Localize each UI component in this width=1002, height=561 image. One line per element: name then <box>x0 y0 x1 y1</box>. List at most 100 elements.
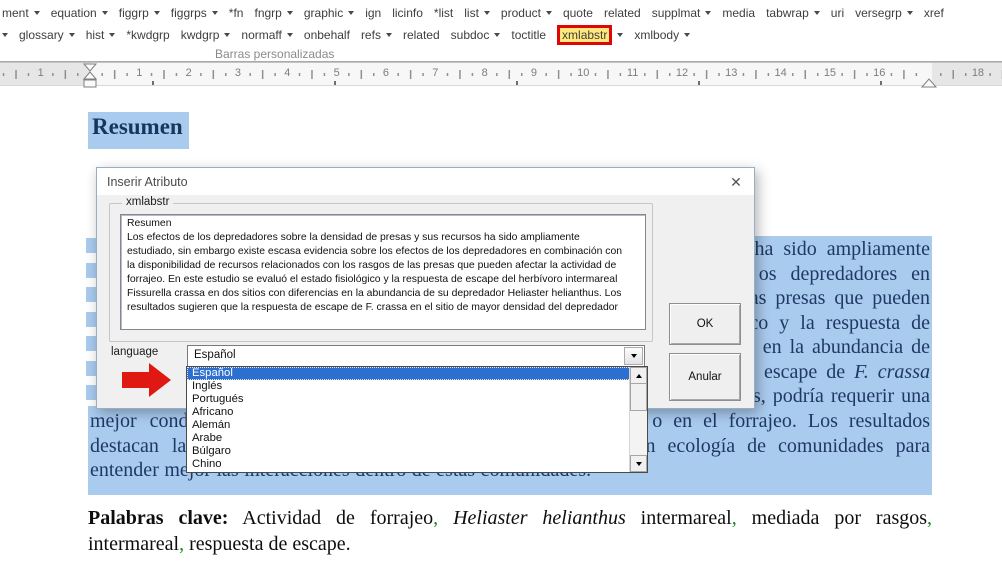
dropdown-arrow-icon <box>814 11 820 15</box>
highlighted-paragraph-right[interactable]: ha sido ampliamenteos depredadores enas … <box>752 236 932 406</box>
toolbar-item-hist[interactable]: hist <box>86 28 116 42</box>
toolbar-item-uri[interactable]: uri <box>831 6 844 20</box>
toolbar-item-fngrp[interactable]: fngrp <box>254 6 292 20</box>
toolbar-item-quote[interactable]: quote <box>563 6 593 20</box>
toolbar-item-glossary[interactable]: glossary <box>19 28 75 42</box>
language-label: language <box>111 346 158 358</box>
ruler-number: 6 <box>383 67 389 79</box>
toolbar-item-xmlabstr[interactable]: xmlabstr <box>557 28 623 42</box>
toolbar-item-label: list <box>464 6 479 20</box>
toolbar-item-supplmat[interactable]: supplmat <box>652 6 712 20</box>
toolbar-item-related[interactable]: related <box>604 6 641 20</box>
dropdown-arrow-icon <box>34 11 40 15</box>
language-option[interactable]: Inglés <box>187 380 647 393</box>
document-text-fragment: co y la respuesta de <box>749 312 930 335</box>
ruler-number: 1 <box>136 67 142 79</box>
scrollbar-up-button[interactable] <box>630 367 647 384</box>
text-segment: intermareal <box>626 507 732 529</box>
toolbar-item-xref[interactable]: xref <box>924 6 944 20</box>
toolbar-item-onbehalf[interactable]: onbehalf <box>304 28 350 42</box>
language-option[interactable]: Español <box>187 367 647 380</box>
left-indent-marker[interactable] <box>83 63 98 95</box>
language-option[interactable]: Africano <box>187 406 647 419</box>
language-option[interactable]: Búlgaro <box>187 445 647 458</box>
toolbar-item-dropdown[interactable] <box>2 33 8 37</box>
text-segment: ha sido ampliamente <box>754 238 930 260</box>
toolbar-item-kwdgrp[interactable]: *kwdgrp <box>126 28 169 42</box>
toolbar-item-ign[interactable]: ign <box>365 6 381 20</box>
dropdown-arrow-icon <box>386 33 392 37</box>
list-scrollbar[interactable] <box>629 367 647 472</box>
toolbar-item-label: ment <box>2 6 29 20</box>
toolbar-item-fn[interactable]: *fn <box>229 6 244 20</box>
toolbar-item-subdoc[interactable]: subdoc <box>451 28 501 42</box>
toolbar-item-figgrps[interactable]: figgrps <box>171 6 218 20</box>
dropdown-arrow-icon <box>109 33 115 37</box>
groupbox-label: xmlabstr <box>122 196 173 208</box>
toolbar-item-normaff[interactable]: normaff <box>241 28 292 42</box>
scrollbar-down-button[interactable] <box>630 455 647 472</box>
language-dropdown-list: EspañolInglésPortuguésAfricanoAlemánArab… <box>186 366 648 473</box>
toolbar-item-label: toctitle <box>511 28 546 42</box>
scrollbar-thumb[interactable] <box>630 383 647 411</box>
language-option[interactable]: Alemán <box>187 419 647 432</box>
toolbar-item-list[interactable]: *list <box>434 6 453 20</box>
toolbar-item-figgrp[interactable]: figgrp <box>119 6 160 20</box>
language-option[interactable]: Portugués <box>187 393 647 406</box>
dropdown-arrow-icon <box>684 33 690 37</box>
abstract-line: Los efectos de los depredadores sobre la… <box>127 231 639 245</box>
toolbar-item-label: tabwrap <box>766 6 809 20</box>
ruler-number: 3 <box>235 67 241 79</box>
cancel-button[interactable]: Anular <box>669 353 741 401</box>
ruler-number: 8 <box>482 67 488 79</box>
scroll-down-icon <box>636 462 642 466</box>
toolbar-item-ment[interactable]: ment <box>2 6 40 20</box>
toolbar-group-label: Barras personalizadas <box>215 47 334 61</box>
right-indent-marker[interactable] <box>921 75 937 93</box>
text-segment: os depredadores en <box>759 263 930 285</box>
toolbar-item-kwdgrp[interactable]: kwdgrp <box>181 28 231 42</box>
toolbar-item-media[interactable]: media <box>722 6 755 20</box>
language-combobox[interactable]: Español <box>187 345 645 367</box>
toolbar-item-related[interactable]: related <box>403 28 440 42</box>
toolbar-item-versegrp[interactable]: versegrp <box>855 6 913 20</box>
dialog-title-bar[interactable]: Inserir Atributo ✕ <box>97 168 754 195</box>
toolbar-item-toctitle[interactable]: toctitle <box>511 28 546 42</box>
document-text-fragment: escape de F. crassa <box>764 361 930 384</box>
toolbar-item-label: equation <box>51 6 97 20</box>
toolbar-item-product[interactable]: product <box>501 6 552 20</box>
ruler-number: 18 <box>972 67 984 79</box>
toolbar-item-label: ign <box>365 6 381 20</box>
dropdown-arrow-icon <box>546 11 552 15</box>
toolbar-item-graphic[interactable]: graphic <box>304 6 354 20</box>
toolbar-item-label: kwdgrp <box>181 28 220 42</box>
toolbar-item-label: licinfo <box>392 6 423 20</box>
language-options: EspañolInglésPortuguésAfricanoAlemánArab… <box>187 367 647 471</box>
horizontal-ruler: 11234567891011121314151618 <box>0 63 1002 86</box>
abstract-line: forrajeo. En este estudio se evaluó el e… <box>127 273 639 287</box>
language-option[interactable]: Arabe <box>187 432 647 445</box>
toolbar-item-licinfo[interactable]: licinfo <box>392 6 423 20</box>
toolbar-item-equation[interactable]: equation <box>51 6 108 20</box>
text-segment: co y la respuesta de <box>749 312 930 334</box>
ok-button[interactable]: OK <box>669 303 741 345</box>
text-segment: intermareal <box>88 533 179 555</box>
abstract-textbox[interactable]: ResumenLos efectos de los depredadores s… <box>120 214 646 330</box>
dropdown-arrow-icon <box>494 33 500 37</box>
dropdown-arrow-icon <box>705 11 711 15</box>
dropdown-arrow-icon <box>102 11 108 15</box>
toolbar-item-list[interactable]: list <box>464 6 490 20</box>
toolbar-item-label: xmlabstr <box>557 25 612 45</box>
keywords-paragraph[interactable]: Palabras clave: Actividad de forrajeo, H… <box>88 505 932 557</box>
close-icon[interactable]: ✕ <box>726 172 746 192</box>
text-segment: F. crassa <box>854 361 930 383</box>
highlight-sliver <box>86 287 96 302</box>
combobox-dropdown-button[interactable] <box>624 347 643 365</box>
toolbar-item-refs[interactable]: refs <box>361 28 392 42</box>
highlight-sliver <box>86 361 96 376</box>
toolbar-item-xmlbody[interactable]: xmlbody <box>634 28 690 42</box>
toolbar-item-label: *list <box>434 6 453 20</box>
toolbar-item-tabwrap[interactable]: tabwrap <box>766 6 820 20</box>
toolbar-item-label: quote <box>563 6 593 20</box>
language-option[interactable]: Chino <box>187 458 647 471</box>
